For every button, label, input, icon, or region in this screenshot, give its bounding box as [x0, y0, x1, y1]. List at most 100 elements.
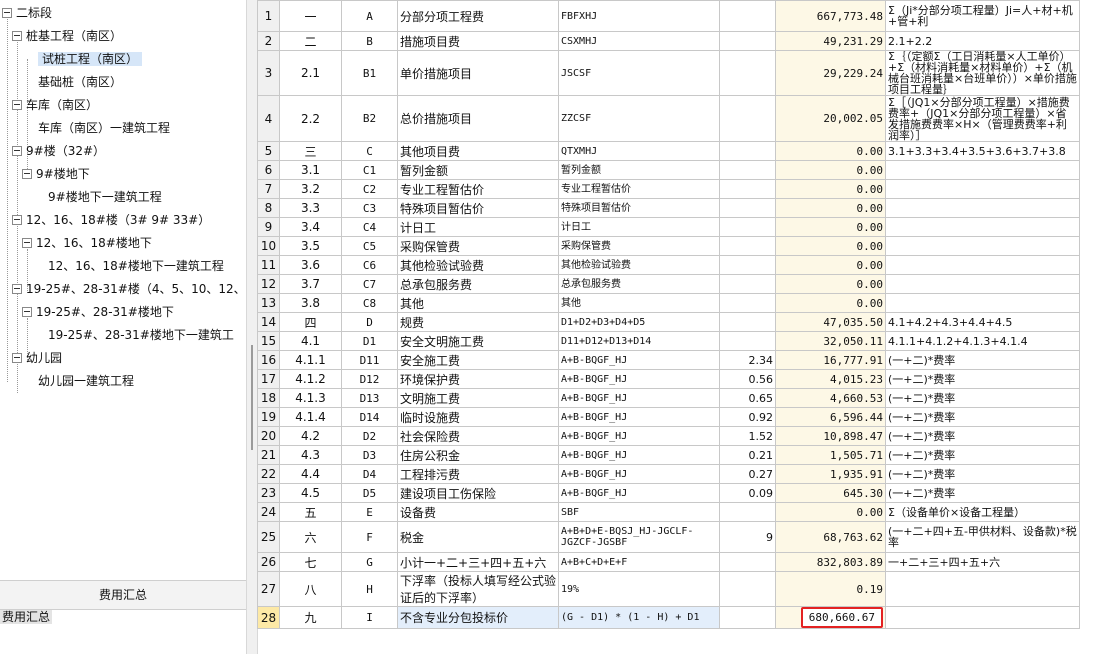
amount-cell[interactable]: 47,035.50 [775, 312, 886, 332]
amount-cell[interactable]: 20,002.05 [775, 95, 886, 142]
name-cell[interactable]: 设备费 [397, 502, 559, 522]
name-cell[interactable]: 社会保险费 [397, 426, 559, 446]
tree-node[interactable]: 12、16、18#楼地下一建筑工程 [48, 256, 224, 276]
expr-cell[interactable]: A+B-BQGF_HJ [558, 350, 720, 370]
rate-cell[interactable]: 0.56 [719, 369, 776, 389]
seq-cell[interactable]: 二 [279, 31, 342, 51]
note-cell[interactable]: (一+二)*费率 [885, 445, 1080, 465]
rate-cell[interactable]: 0.65 [719, 388, 776, 408]
code-cell[interactable]: I [341, 606, 398, 629]
expr-cell[interactable]: 其他检验试验费 [558, 255, 720, 275]
expr-cell[interactable]: 专业工程暂估价 [558, 179, 720, 199]
note-cell[interactable] [885, 198, 1080, 218]
tree-node[interactable]: 19-25#、28-31#楼地下一建筑工 [48, 325, 234, 345]
table-row[interactable]: 23 4.5 D5 建设项目工伤保险 A+B-BQGF_HJ 0.09 645.30 (一+二… [257, 483, 1080, 503]
name-cell[interactable]: 税金 [397, 521, 559, 553]
code-cell[interactable]: D14 [341, 407, 398, 427]
rate-cell[interactable] [719, 274, 776, 294]
expr-cell[interactable]: 特殊项目暂估价 [558, 198, 720, 218]
amount-cell[interactable]: 645.30 [775, 483, 886, 503]
tree-node[interactable]: 12、16、18#楼（3# 9# 33#） [12, 210, 210, 230]
name-cell[interactable]: 计日工 [397, 217, 559, 237]
table-row[interactable]: 20 4.2 D2 社会保险费 A+B-BQGF_HJ 1.52 10,898.47 (一+二… [257, 426, 1080, 446]
name-cell[interactable]: 其他 [397, 293, 559, 313]
rate-cell[interactable]: 2.34 [719, 350, 776, 370]
expr-cell[interactable]: ZZCSF [558, 95, 720, 142]
table-row[interactable]: 22 4.4 D4 工程排污费 A+B-BQGF_HJ 0.27 1,935.91 (一+二)… [257, 464, 1080, 484]
seq-cell[interactable]: 3.5 [279, 236, 342, 256]
tree-node[interactable]: 试桩工程（南区） [38, 49, 143, 69]
rate-cell[interactable] [719, 179, 776, 199]
note-cell[interactable]: (一+二)*费率 [885, 350, 1080, 370]
seq-cell[interactable]: 4.1.3 [279, 388, 342, 408]
note-cell[interactable] [885, 160, 1080, 180]
table-row[interactable]: 3 2.1 B1 单价措施项目 JSCSF 29,229.24 Σ｛（定额Σ（工日消耗量×人… [257, 50, 1080, 96]
table-row[interactable]: 12 3.7 C7 总承包服务费 总承包服务费 0.00 [257, 274, 1080, 294]
table-row[interactable]: 1 一 A 分部分项工程费 FBFXHJ 667,773.48 Σ（Ji*分部分项工程量）J… [257, 0, 1080, 32]
table-row[interactable]: 5 三 C 其他项目费 QTXMHJ 0.00 3.1+3.3+3.4+3.5+3.6+3.… [257, 141, 1080, 161]
rate-cell[interactable] [719, 0, 776, 32]
rate-cell[interactable] [719, 502, 776, 522]
amount-cell[interactable]: 32,050.11 [775, 331, 886, 351]
rate-cell[interactable] [719, 95, 776, 142]
name-cell[interactable]: 其他项目费 [397, 141, 559, 161]
note-cell[interactable]: 4.1+4.2+4.3+4.4+4.5 [885, 312, 1080, 332]
name-cell[interactable]: 规费 [397, 312, 559, 332]
seq-cell[interactable]: 4.1.4 [279, 407, 342, 427]
collapse-icon[interactable] [2, 7, 12, 18]
name-cell[interactable]: 小计一+二+三+四+五+六 [397, 552, 559, 572]
table-row[interactable]: 10 3.5 C5 采购保管费 采购保管费 0.00 [257, 236, 1080, 256]
rate-cell[interactable]: 0.27 [719, 464, 776, 484]
code-cell[interactable]: B2 [341, 95, 398, 142]
expr-cell[interactable]: JSCSF [558, 50, 720, 96]
note-cell[interactable]: (一+二)*费率 [885, 407, 1080, 427]
collapse-icon[interactable] [12, 352, 22, 363]
name-cell[interactable]: 工程排污费 [397, 464, 559, 484]
name-cell[interactable]: 安全文明施工费 [397, 331, 559, 351]
name-cell[interactable]: 文明施工费 [397, 388, 559, 408]
expr-cell[interactable]: (G - D1) * (1 - H) + D1 [558, 606, 720, 629]
code-cell[interactable]: B [341, 31, 398, 51]
code-cell[interactable]: F [341, 521, 398, 553]
expr-cell[interactable]: 采购保管费 [558, 236, 720, 256]
note-cell[interactable] [885, 179, 1080, 199]
note-cell[interactable]: (一+二)*费率 [885, 464, 1080, 484]
amount-cell[interactable]: 0.19 [775, 571, 886, 607]
note-cell[interactable]: 4.1.1+4.1.2+4.1.3+4.1.4 [885, 331, 1080, 351]
table-row[interactable]: 17 4.1.2 D12 环境保护费 A+B-BQGF_HJ 0.56 4,015.23 (一… [257, 369, 1080, 389]
tree-node[interactable]: 12、16、18#楼地下 [22, 233, 152, 253]
note-cell[interactable] [885, 236, 1080, 256]
amount-cell[interactable]: 0.00 [775, 502, 886, 522]
note-cell[interactable]: Σ［（JQ1×分部分项工程量）×措施费费率+（JQ1×分部分项工程量）×省发措施… [885, 95, 1080, 142]
seq-cell[interactable]: 4.5 [279, 483, 342, 503]
expr-cell[interactable]: A+B+C+D+E+F [558, 552, 720, 572]
note-cell[interactable]: Σ（设备单价×设备工程量） [885, 502, 1080, 522]
collapse-icon[interactable] [22, 168, 32, 179]
rate-cell[interactable] [719, 552, 776, 572]
table-row[interactable]: 11 3.6 C6 其他检验试验费 其他检验试验费 0.00 [257, 255, 1080, 275]
amount-cell[interactable]: 0.00 [775, 217, 886, 237]
amount-cell[interactable]: 10,898.47 [775, 426, 886, 446]
collapse-icon[interactable] [12, 99, 22, 110]
amount-cell[interactable]: 1,935.91 [775, 464, 886, 484]
expr-cell[interactable]: 暂列金额 [558, 160, 720, 180]
code-cell[interactable]: B1 [341, 50, 398, 96]
rate-cell[interactable] [719, 217, 776, 237]
expr-cell[interactable]: SBF [558, 502, 720, 522]
table-row[interactable]: 25 六 F 税金 A+B+D+E-BQSJ_HJ-JGCLF-JGZCF-JGSBF 9… [257, 521, 1080, 553]
tree-node[interactable]: 幼儿园一建筑工程 [38, 371, 134, 391]
name-cell[interactable]: 特殊项目暂估价 [397, 198, 559, 218]
table-row[interactable]: 24 五 E 设备费 SBF 0.00 Σ（设备单价×设备工程量） [257, 502, 1080, 522]
name-cell[interactable]: 下浮率（投标人填写经公式验证后的下浮率） [397, 571, 559, 607]
table-row[interactable]: 21 4.3 D3 住房公积金 A+B-BQGF_HJ 0.21 1,505.71 (一+二)… [257, 445, 1080, 465]
expr-cell[interactable]: 其他 [558, 293, 720, 313]
name-cell[interactable]: 分部分项工程费 [397, 0, 559, 32]
note-cell[interactable]: (一+二)*费率 [885, 388, 1080, 408]
name-cell[interactable]: 安全施工费 [397, 350, 559, 370]
seq-cell[interactable]: 4.4 [279, 464, 342, 484]
expr-cell[interactable]: QTXMHJ [558, 141, 720, 161]
tree-node[interactable]: 幼儿园 [12, 348, 62, 368]
expr-cell[interactable]: 总承包服务费 [558, 274, 720, 294]
rate-cell[interactable]: 0.92 [719, 407, 776, 427]
rate-cell[interactable]: 1.52 [719, 426, 776, 446]
